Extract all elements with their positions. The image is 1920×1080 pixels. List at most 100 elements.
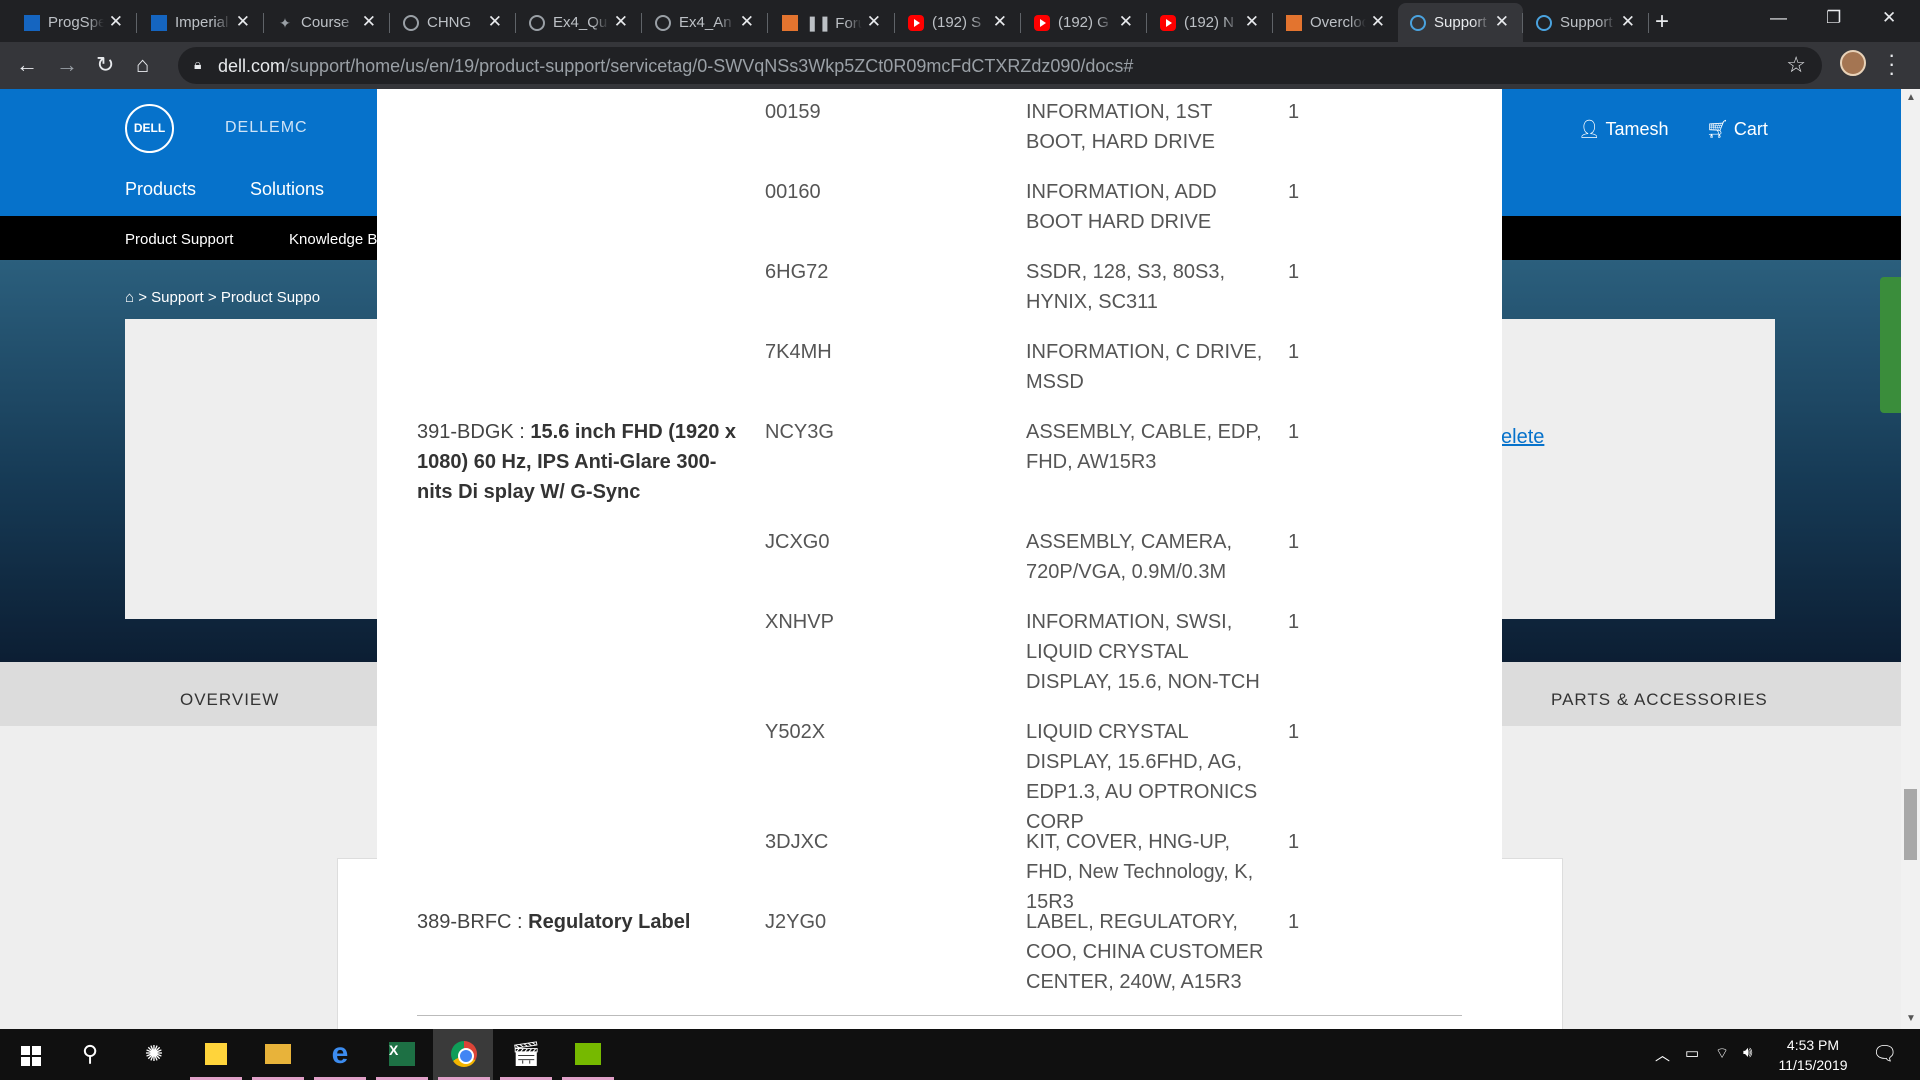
action-center-icon[interactable]: 🗨︎: [1872, 1041, 1897, 1066]
scroll-up-arrow-icon[interactable]: ▲: [1906, 92, 1916, 103]
tab-parts-accessories[interactable]: PARTS & ACCESSORIES: [1551, 690, 1768, 710]
wifi-icon[interactable]: ⌔: [1715, 1044, 1729, 1063]
new-tab-button[interactable]: +: [1655, 8, 1669, 36]
browser-tab[interactable]: Support ✕: [1524, 3, 1649, 42]
square-favicon-icon: [151, 14, 167, 31]
video-editor-icon[interactable]: 🎬︎: [510, 1038, 542, 1070]
subnav-knowledge-base[interactable]: Knowledge B: [289, 231, 377, 248]
browser-tab[interactable]: Imperial ✕: [139, 3, 264, 42]
delete-link[interactable]: elete: [1501, 426, 1544, 449]
parts-modal: 00159 INFORMATION, 1ST BOOT, HARD DRIVE 1 0…: [377, 89, 1502, 1029]
tab-close-icon[interactable]: ✕: [1119, 12, 1133, 32]
part-quantity: 1: [1288, 531, 1300, 553]
browser-tab[interactable]: Ex4_An ✕: [643, 3, 768, 42]
part-number: J2YG0: [765, 911, 827, 933]
chrome-icon[interactable]: [448, 1038, 480, 1070]
system-clock[interactable]: 4:53 PM 11/15/2019: [1768, 1035, 1858, 1075]
tab-close-icon[interactable]: ✕: [362, 12, 376, 32]
nav-solutions[interactable]: Solutions: [250, 179, 324, 200]
edge-icon[interactable]: e: [324, 1037, 356, 1070]
dell-logo[interactable]: DELL: [125, 104, 174, 153]
clock-time: 4:53 PM: [1786, 1037, 1840, 1053]
browser-tab[interactable]: Overclock ✕: [1274, 3, 1399, 42]
cortana-icon[interactable]: ✺: [138, 1038, 170, 1070]
start-button[interactable]: [21, 1046, 41, 1066]
part-description: INFORMATION, 1ST BOOT, HARD DRIVE: [1026, 101, 1215, 153]
url-path: /support/home/us/en/19/product-support/s…: [285, 56, 1134, 76]
tab-close-icon[interactable]: ✕: [109, 12, 123, 32]
breadcrumb-product-support[interactable]: Product Suppo: [221, 289, 320, 306]
tab-close-icon[interactable]: ✕: [993, 12, 1007, 32]
part-quantity: 1: [1288, 261, 1300, 283]
browser-tab[interactable]: ✦ Course ✕: [265, 3, 390, 42]
url-text[interactable]: dell.com/support/home/us/en/19/product-s…: [218, 56, 1133, 77]
address-bar[interactable]: 🔒︎ dell.com/support/home/us/en/19/produc…: [178, 47, 1822, 84]
restore-window-icon[interactable]: ❐: [1826, 8, 1841, 28]
nav-products[interactable]: Products: [125, 179, 196, 200]
divider: [417, 1015, 1462, 1016]
forward-button[interactable]: →: [56, 52, 78, 78]
nvidia-icon[interactable]: [572, 1038, 604, 1070]
sticky-notes-icon[interactable]: [200, 1038, 232, 1070]
yt-favicon-icon: [1034, 14, 1050, 31]
part-quantity: 1: [1288, 611, 1300, 633]
page-scrollbar[interactable]: ▲ ▼: [1901, 89, 1920, 1029]
part-quantity: 1: [1288, 721, 1300, 743]
close-window-icon[interactable]: ✕: [1882, 8, 1896, 28]
tray-chevron-icon[interactable]: ︿: [1655, 1044, 1670, 1065]
part-description: KIT, COVER, HNG-UP, FHD, New Technology,…: [1026, 831, 1254, 913]
dellemc-logo[interactable]: DELLEMC: [225, 119, 308, 137]
tab-close-icon[interactable]: ✕: [867, 12, 881, 32]
tab-close-icon[interactable]: ✕: [614, 12, 628, 32]
browser-tab[interactable]: (192) G ✕: [1022, 3, 1147, 42]
browser-tab[interactable]: (192) N ✕: [1148, 3, 1273, 42]
tab-close-icon[interactable]: ✕: [1621, 12, 1635, 32]
battery-icon[interactable]: ▭: [1685, 1044, 1699, 1062]
scroll-down-arrow-icon[interactable]: ▼: [1906, 1013, 1916, 1024]
home-button[interactable]: ⌂: [136, 52, 149, 78]
breadcrumb-support[interactable]: Support: [151, 289, 204, 306]
dell-favicon-icon: [1536, 14, 1552, 31]
excel-icon[interactable]: X: [386, 1038, 418, 1070]
l-favicon-icon: [782, 14, 798, 31]
part-quantity: 1: [1288, 341, 1300, 363]
tab-separator: [894, 13, 895, 33]
part-quantity: 1: [1288, 181, 1300, 203]
part-description: ASSEMBLY, CAMERA, 720P/VGA, 0.9M/0.3M: [1026, 531, 1232, 583]
tab-close-icon[interactable]: ✕: [1245, 12, 1259, 32]
tab-overview[interactable]: OVERVIEW: [180, 690, 279, 710]
browser-tab[interactable]: Support ✕: [1398, 3, 1523, 42]
account-link[interactable]: 👤︎ Tamesh: [1578, 119, 1669, 140]
minimize-window-icon[interactable]: —: [1770, 8, 1787, 28]
browser-menu-icon[interactable]: · · ·: [1888, 44, 1895, 84]
scrollbar-thumb[interactable]: [1904, 789, 1917, 860]
l-favicon-icon: [1286, 14, 1302, 31]
profile-avatar[interactable]: [1840, 50, 1866, 76]
cart-link[interactable]: 🛒︎ Cart: [1706, 119, 1768, 140]
search-icon[interactable]: ⚲: [74, 1038, 106, 1070]
cart-label: Cart: [1733, 119, 1768, 139]
cart-icon: 🛒︎: [1706, 119, 1734, 139]
browser-tab[interactable]: Ex4_Qu ✕: [517, 3, 642, 42]
tab-close-icon[interactable]: ✕: [1495, 12, 1509, 32]
bookmark-star-icon[interactable]: ☆: [1786, 52, 1806, 78]
browser-tab[interactable]: CHNG ✕: [391, 3, 516, 42]
volume-icon[interactable]: 🔊︎: [1743, 1044, 1752, 1061]
feedback-tab[interactable]: [1880, 277, 1901, 413]
tab-title: ProgSpec: [48, 14, 104, 31]
home-icon[interactable]: ⌂: [125, 289, 134, 306]
tab-separator: [1648, 13, 1649, 33]
tab-close-icon[interactable]: ✕: [236, 12, 250, 32]
back-button[interactable]: ←: [16, 52, 38, 78]
tab-close-icon[interactable]: ✕: [740, 12, 754, 32]
tab-close-icon[interactable]: ✕: [488, 12, 502, 32]
yt-favicon-icon: [908, 14, 924, 31]
file-explorer-icon[interactable]: [262, 1038, 294, 1070]
tab-close-icon[interactable]: ✕: [1371, 12, 1385, 32]
part-number: Y502X: [765, 721, 826, 743]
subnav-product-support[interactable]: Product Support: [125, 231, 233, 248]
browser-tab[interactable]: (192) S ✕: [896, 3, 1021, 42]
browser-tab[interactable]: ProgSpec ✕: [12, 3, 137, 42]
reload-button[interactable]: ↻: [96, 52, 114, 78]
browser-tab[interactable]: ❚❚ Forum ✕: [770, 3, 895, 42]
